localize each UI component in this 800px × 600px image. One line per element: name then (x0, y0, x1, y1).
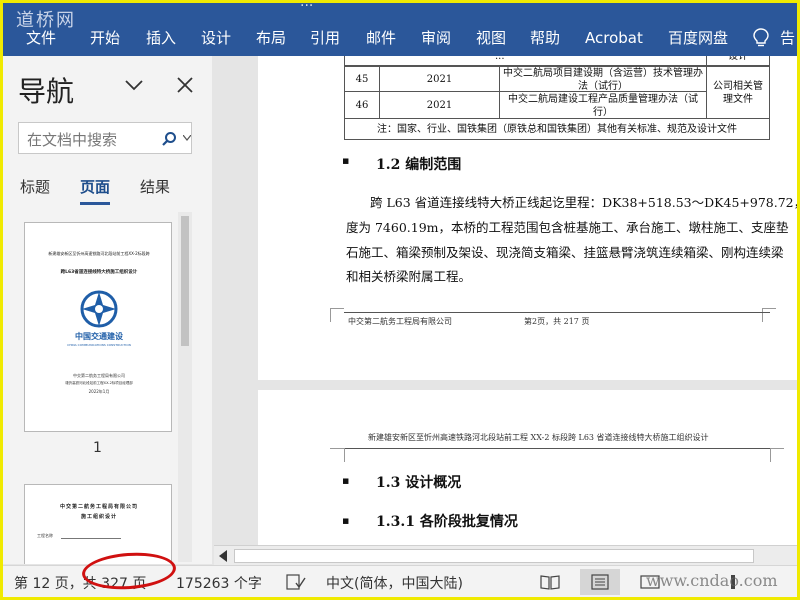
paragraph-line-4: 和相关桥梁附属工程。 (346, 269, 472, 284)
tab-insert[interactable]: 插入 (146, 24, 176, 52)
nav-tabs: 标题 页面 结果 (18, 176, 198, 206)
table-side-top: 设计 (706, 56, 770, 66)
print-layout-button[interactable] (580, 569, 620, 595)
search-options-chevron-icon[interactable] (183, 135, 191, 141)
tab-baidu-netdisk[interactable]: 百度网盘 (668, 24, 728, 52)
crop-mark (770, 448, 784, 449)
crop-mark (344, 448, 345, 462)
site-watermark-bottom: www.cndao.com (646, 571, 778, 590)
thumb1-title-line2: 跨L63省道连接线特大桥施工组织设计 (60, 270, 138, 275)
table-cell-no-45: 45 (344, 66, 380, 92)
paragraph-line-3: 石施工、箱梁预制及架设、现浇简支箱梁、挂篮悬臂浇筑连续箱梁、刚构连续梁 (346, 245, 784, 260)
language-status[interactable]: 中文(简体，中国大陆) (326, 573, 463, 593)
thumb2-line2: 施工组织设计 (80, 514, 117, 520)
crop-mark (330, 308, 344, 309)
crop-mark (762, 308, 763, 322)
section-heading-1-3-1: 1.3.1 各阶段批复情况 (376, 514, 518, 530)
navigation-pane: 导航 在文档中搜索 标题 页面 结果 新建雄安新区至忻州高速铁路河北段站前工程X… (0, 56, 212, 564)
tab-review[interactable]: 审阅 (421, 24, 451, 52)
nav-scroll-thumb[interactable] (181, 216, 189, 346)
document-area: ... 45 2021 中交二航局项目建设期（含运营）技术管理办法（试行） 46… (212, 56, 800, 564)
close-icon[interactable] (176, 76, 194, 94)
cccc-logo-icon (80, 290, 118, 328)
crop-mark (762, 308, 776, 309)
bullet-mark: ▪ (342, 474, 350, 487)
paragraph-line-1: 跨 L63 省道连接线特大桥正线起讫里程：DK38+518.53～DK45+97… (370, 195, 800, 210)
thumb2-line3: 工程名称 (37, 533, 53, 538)
search-placeholder: 在文档中搜索 (27, 131, 118, 149)
table-cell-year-45: 2021 (379, 66, 500, 92)
thumb1-footer-line1: 中交第二航务工程局有限公司 (73, 373, 125, 378)
crop-mark (770, 448, 771, 462)
search-icon[interactable] (161, 131, 177, 147)
document-page-3: 新建雄安新区至忻州高速铁路河北段站前工程 XX-2 标段跨 L63 省道连接线特… (258, 390, 800, 564)
thumbnail-page-number: 1 (93, 440, 102, 456)
nav-tab-headings[interactable]: 标题 (20, 176, 50, 197)
paragraph-line-2: 度为 7460.19m，本桥的工程范围包含桩基施工、承台施工、墩柱施工、支座垫 (346, 220, 789, 235)
bullet-mark: ▪ (342, 514, 350, 527)
table-note-row: 注：国家、行业、国铁集团（原铁总和国铁集团）其他有关标准、规范及设计文件 (344, 118, 770, 140)
table-cell-no-46: 46 (344, 91, 380, 119)
footer-company: 中交第二航务工程局有限公司 (348, 317, 452, 326)
nav-title: 导航 (18, 75, 75, 108)
tab-help[interactable]: 帮助 (530, 24, 560, 52)
page-thumbnail-2[interactable]: 中交第二航务工程局有限公司 施工组织设计 工程名称 (24, 484, 172, 564)
tab-home[interactable]: 开始 (90, 24, 120, 52)
footer-rule (344, 312, 770, 313)
print-layout-icon (591, 574, 609, 590)
chevron-down-icon[interactable] (124, 78, 144, 92)
bullet-mark: ▪ (342, 154, 350, 167)
title-bar: ... (0, 0, 800, 12)
title-fragment: ... (300, 0, 314, 10)
thumb1-logo-cn: 中国交通建设 (75, 332, 123, 341)
header-rule (344, 448, 770, 449)
crop-mark (330, 448, 344, 449)
ribbon-tabs: 文件 开始 插入 设计 布局 引用 邮件 审阅 视图 帮助 Acrobat 百度… (0, 24, 800, 52)
table-cell-year-46: 2021 (379, 91, 500, 119)
ribbon: ... 道桥网 文件 开始 插入 设计 布局 引用 邮件 审阅 视图 帮助 Ac… (0, 0, 800, 56)
nav-scrollbar[interactable] (178, 212, 192, 562)
tab-mailings[interactable]: 邮件 (366, 24, 396, 52)
table-cell-name-45: 中交二航局项目建设期（含运营）技术管理办法（试行） (499, 66, 707, 92)
tab-file[interactable]: 文件 (26, 24, 56, 52)
read-mode-icon[interactable] (540, 574, 560, 590)
thumb1-footer-line2: 雄忻高铁河北段站前工程XX-2标项目经理部 (65, 381, 133, 385)
thumb1-logo-en: CHINA COMMUNICATIONS CONSTRUCTION (67, 343, 131, 347)
tab-design[interactable]: 设计 (201, 24, 231, 52)
tell-me-label[interactable]: 告 (780, 24, 795, 52)
tab-view[interactable]: 视图 (476, 24, 506, 52)
tab-layout[interactable]: 布局 (256, 24, 286, 52)
thumb1-date: 2022年1月 (88, 389, 110, 394)
tab-references[interactable]: 引用 (310, 24, 340, 52)
crop-mark (330, 308, 331, 322)
page-thumbnail-1[interactable]: 新建雄安新区至忻州高速铁路河北段站前工程XX-2标段跨 跨L63省道连接线特大桥… (24, 222, 172, 432)
horizontal-scrollbar[interactable] (214, 545, 800, 565)
footer-page-info: 第2页，共 217 页 (524, 317, 590, 326)
table-side-label-cell: 公司相关管理文件 (706, 66, 770, 119)
thumb1-title-line1: 新建雄安新区至忻州高速铁路河北段站前工程XX-2标段跨 (48, 251, 150, 256)
nav-tab-underline (80, 202, 110, 205)
word-count-status[interactable]: 175263 个字 (176, 573, 262, 593)
document-page-2: ... 45 2021 中交二航局项目建设期（含运营）技术管理办法（试行） 46… (258, 56, 800, 380)
thumb2-fill-line (61, 538, 121, 539)
section-heading-1-2: 1.2 编制范围 (376, 157, 462, 173)
section-heading-1-3: 1.3 设计概况 (376, 475, 462, 491)
thumb2-line1: 中交第二航务工程局有限公司 (59, 504, 138, 510)
table-cell-name-46: 中交二航局建设工程产品质量管理办法（试行） (499, 91, 707, 119)
search-input[interactable]: 在文档中搜索 (18, 122, 192, 154)
lightbulb-icon[interactable] (752, 28, 770, 48)
nav-tab-results[interactable]: 结果 (140, 176, 170, 197)
horizontal-scroll-thumb[interactable] (234, 549, 754, 563)
scroll-left-icon[interactable] (218, 550, 228, 562)
page-header: 新建雄安新区至忻州高速铁路河北段站前工程 XX-2 标段跨 L63 省道连接线特… (368, 433, 709, 442)
proofing-icon[interactable] (286, 574, 306, 590)
table-top-fragment: ... (495, 56, 505, 62)
nav-tab-pages[interactable]: 页面 (80, 176, 110, 197)
tab-acrobat[interactable]: Acrobat (585, 24, 643, 52)
